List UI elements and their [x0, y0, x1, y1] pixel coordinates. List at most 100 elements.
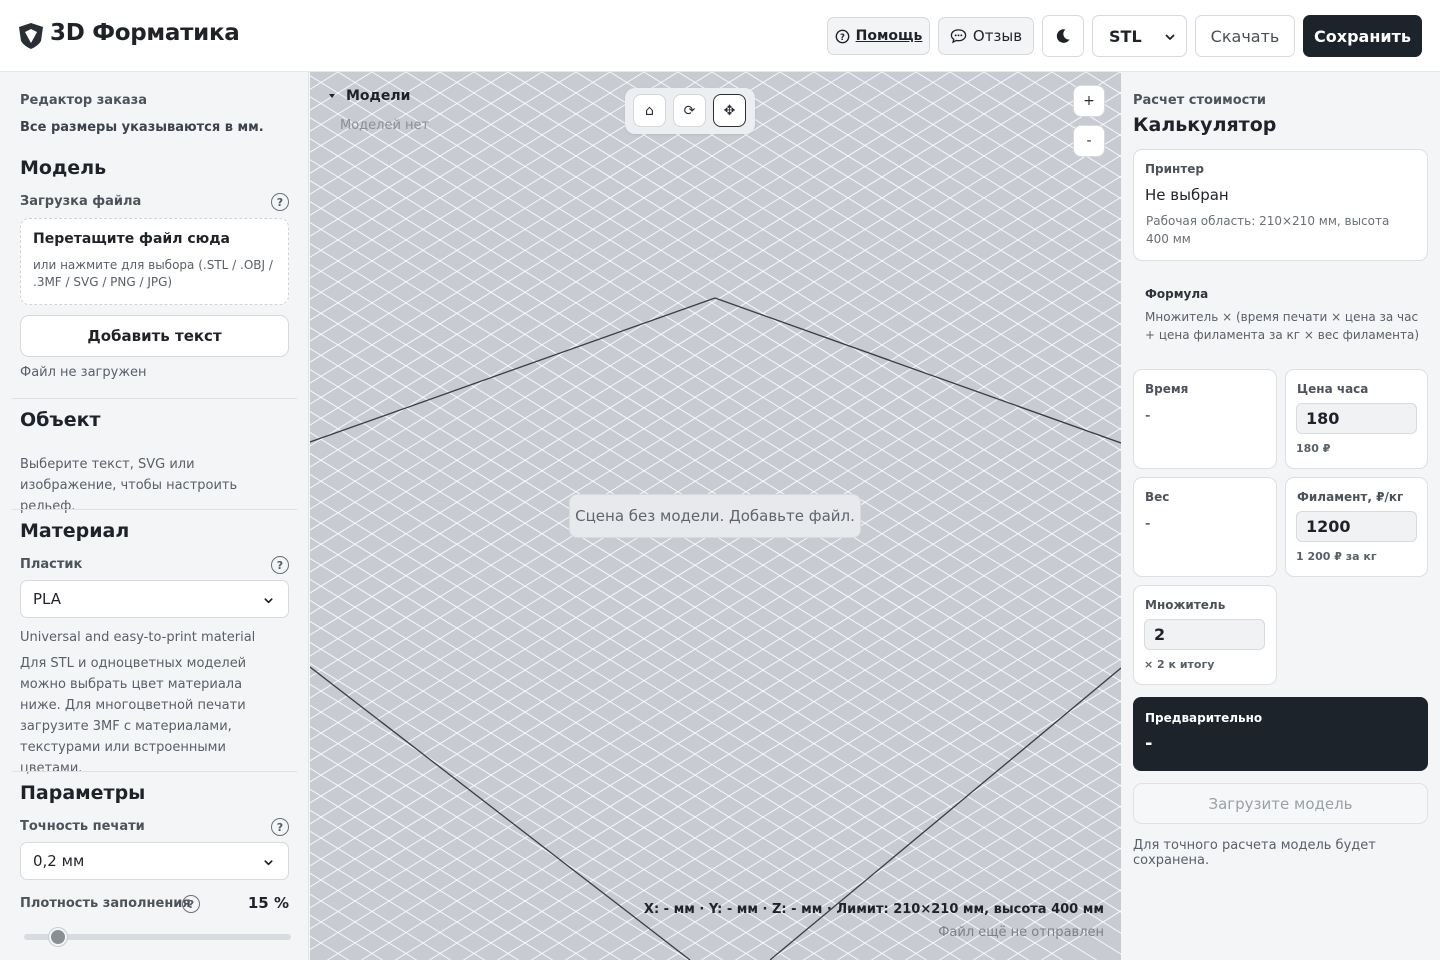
hour-price-input[interactable]: 180	[1296, 403, 1417, 434]
infill-slider-thumb[interactable]	[49, 928, 68, 946]
params-section-title: Параметры	[20, 782, 146, 804]
download-label: Скачать	[1210, 26, 1280, 46]
empty-scene-message: Сцена без модели. Добавьте файл.	[569, 494, 861, 538]
weight-card: Вес -	[1133, 477, 1277, 577]
hour-price-note: 180 ₽	[1296, 442, 1331, 455]
multiplier-label: Множитель	[1145, 598, 1226, 612]
home-view-button[interactable]: ⌂	[633, 94, 666, 127]
models-list-header[interactable]: Модели	[328, 88, 410, 104]
send-status: Файл ещё не отправлен	[938, 925, 1104, 940]
download-button[interactable]: Скачать	[1195, 15, 1295, 57]
zoom-in-button[interactable]: +	[1073, 85, 1105, 117]
top-bar: 3D Форматика ? Помощь Отзыв STL Скачать …	[0, 0, 1440, 72]
brand-name: 3D Форматика	[50, 20, 240, 46]
moon-icon	[1056, 29, 1070, 43]
chevron-down-icon	[264, 860, 273, 866]
rotate-button[interactable]: ⟳	[673, 94, 706, 127]
plastic-description: Universal and easy-to-print material	[20, 630, 256, 645]
precision-select[interactable]: 0,2 мм	[20, 842, 289, 880]
add-text-button[interactable]: Добавить текст	[20, 315, 289, 357]
multiplier-note: × 2 к итогу	[1144, 658, 1215, 671]
home-icon: ⌂	[645, 102, 654, 119]
infill-label: Плотность заполнения	[20, 896, 191, 911]
preview-total-card: Предварительно -	[1133, 697, 1428, 771]
upload-label: Загрузка файла	[20, 194, 142, 209]
formula-text: Множитель × (время печати × цена за час …	[1145, 310, 1419, 342]
help-label: Помощь	[855, 28, 923, 44]
chat-bubble-icon	[950, 29, 967, 44]
weight-label: Вес	[1145, 490, 1170, 504]
printer-area: Рабочая область: 210×210 мм, высота 400 …	[1146, 214, 1390, 246]
view-toolbar: ⌂ ⟳ ✥	[625, 88, 755, 134]
precision-value: 0,2 мм	[33, 852, 85, 870]
dropzone-title: Перетащите файл сюда	[33, 231, 230, 247]
section-divider	[12, 509, 297, 510]
file-dropzone[interactable]: Перетащите файл сюда или нажмите для выб…	[20, 218, 289, 305]
section-divider	[12, 771, 297, 772]
export-format-select[interactable]: STL	[1092, 15, 1187, 57]
plastic-label: Пластик	[20, 557, 83, 572]
file-status: Файл не загружен	[20, 365, 147, 380]
hour-price-label: Цена часа	[1297, 382, 1369, 396]
theme-toggle-button[interactable]	[1042, 15, 1084, 57]
filament-price-card: Филамент, ₽/кг 1200 1 200 ₽ за кг	[1285, 477, 1428, 577]
calc-title: Калькулятор	[1133, 114, 1277, 136]
precision-label: Точность печати	[20, 819, 145, 834]
chevron-down-icon	[1165, 34, 1175, 40]
calculator-panel: Расчет стоимости Калькулятор Принтер Не …	[1121, 72, 1440, 960]
precision-help-icon[interactable]: ?	[271, 818, 289, 836]
object-section-title: Объект	[20, 409, 101, 431]
feedback-label: Отзыв	[972, 27, 1023, 45]
section-divider	[12, 398, 297, 399]
model-section-title: Модель	[20, 157, 107, 179]
move-button[interactable]: ✥	[713, 94, 746, 127]
color-note: Для STL и одноцветных моделей можно выбр…	[20, 656, 247, 776]
caret-down-icon	[329, 94, 335, 98]
time-label: Время	[1145, 382, 1189, 396]
formula-label: Формула	[1145, 287, 1209, 301]
models-empty: Моделей нет	[340, 118, 430, 133]
help-button[interactable]: ? Помощь	[827, 17, 930, 55]
3d-viewport[interactable]: Модели Моделей нет ⌂ ⟳ ✥ + - Сцена без м…	[310, 72, 1121, 960]
printer-label: Принтер	[1145, 162, 1205, 176]
preview-value: -	[1145, 733, 1153, 754]
logo-shield-icon	[19, 23, 43, 49]
move-icon: ✥	[723, 102, 736, 119]
time-card: Время -	[1133, 369, 1277, 469]
coordinates-readout: X: - мм · Y: - мм · Z: - мм · Лимит: 210…	[643, 902, 1104, 917]
infill-value: 15 %	[247, 894, 289, 912]
dropzone-hint: или нажмите для выбора (.STL / .OBJ / .3…	[33, 258, 273, 289]
multiplier-input[interactable]: 2	[1144, 619, 1265, 650]
export-format-value: STL	[1109, 26, 1142, 46]
zoom-out-button[interactable]: -	[1073, 125, 1105, 157]
rotate-icon: ⟳	[683, 102, 696, 119]
weight-value: -	[1145, 514, 1151, 532]
preview-label: Предварительно	[1145, 711, 1263, 725]
printer-card[interactable]: Принтер Не выбран Рабочая область: 210×2…	[1133, 149, 1428, 261]
plastic-value: PLA	[33, 590, 62, 608]
time-value: -	[1145, 406, 1151, 424]
save-button[interactable]: Сохранить	[1303, 15, 1422, 57]
filament-price-input[interactable]: 1200	[1296, 511, 1417, 542]
units-note: Все размеры указываются в мм.	[20, 120, 264, 135]
printer-value: Не выбран	[1145, 186, 1229, 204]
plastic-help-icon[interactable]: ?	[271, 556, 289, 574]
infill-help-icon[interactable]: ?	[182, 895, 200, 913]
filament-price-note: 1 200 ₽ за кг	[1296, 550, 1377, 563]
plastic-select[interactable]: PLA	[20, 580, 289, 618]
models-title: Модели	[346, 88, 411, 104]
calc-caption: Расчет стоимости	[1133, 93, 1266, 108]
hour-price-card: Цена часа 180 180 ₽	[1285, 369, 1428, 469]
multiplier-card: Множитель 2 × 2 к итогу	[1133, 585, 1277, 685]
chevron-down-icon	[264, 598, 273, 604]
upload-model-button[interactable]: Загрузите модель	[1133, 783, 1428, 824]
material-section-title: Материал	[20, 520, 130, 542]
question-circle-icon: ?	[835, 29, 850, 43]
order-editor-panel: Редактор заказа Все размеры указываются …	[0, 72, 309, 960]
filament-price-label: Филамент, ₽/кг	[1297, 490, 1404, 504]
upload-help-icon[interactable]: ?	[271, 193, 289, 211]
editor-caption: Редактор заказа	[20, 93, 147, 108]
object-hint: Выберите текст, SVG или изображение, что…	[20, 457, 238, 514]
feedback-button[interactable]: Отзыв	[938, 17, 1034, 55]
calc-footnote: Для точного расчета модель будет сохране…	[1133, 838, 1376, 868]
